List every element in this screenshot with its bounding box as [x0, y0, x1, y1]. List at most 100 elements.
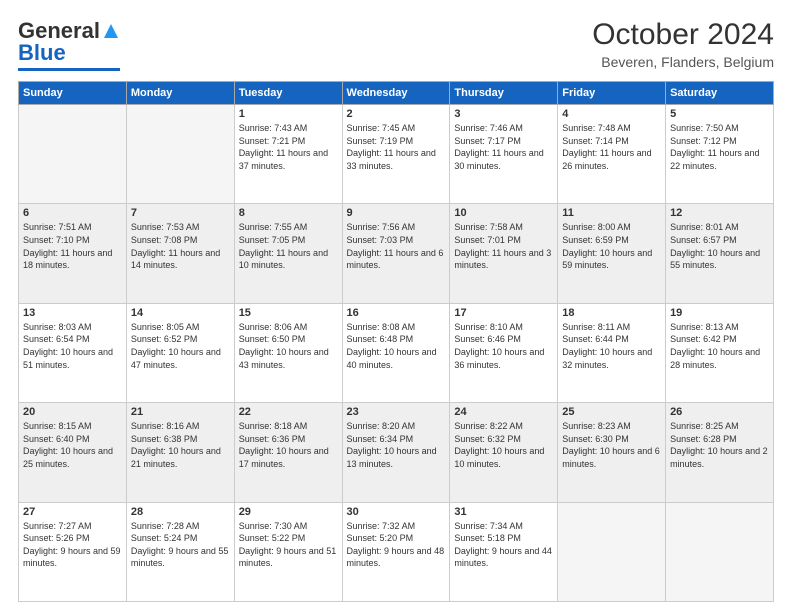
calendar-day-cell: 6 Sunrise: 7:51 AMSunset: 7:10 PMDaylight… — [19, 204, 127, 303]
day-number: 29 — [239, 506, 338, 518]
day-info: Sunrise: 7:32 AMSunset: 5:20 PMDaylight:… — [347, 520, 446, 570]
day-info: Sunrise: 8:03 AMSunset: 6:54 PMDaylight:… — [23, 321, 122, 371]
day-number: 17 — [454, 307, 553, 319]
calendar-page: General Blue October 2024 Beveren, Fland… — [0, 0, 792, 612]
calendar-day-cell: 16 Sunrise: 8:08 AMSunset: 6:48 PMDayligh… — [342, 303, 450, 402]
calendar-week-row: 20 Sunrise: 8:15 AMSunset: 6:40 PMDayligh… — [19, 403, 774, 502]
calendar-day-cell: 9Sunrise: 7:56 AMSunset: 7:03 PMDaylight… — [342, 204, 450, 303]
calendar-header-row: SundayMondayTuesdayWednesdayThursdayFrid… — [19, 82, 774, 105]
calendar-day-cell: 7Sunrise: 7:53 AMSunset: 7:08 PMDaylight… — [126, 204, 234, 303]
day-info: Sunrise: 7:43 AMSunset: 7:21 PMDaylight:… — [239, 122, 338, 172]
day-info: Sunrise: 8:05 AMSunset: 6:52 PMDaylight:… — [131, 321, 230, 371]
day-info: Sunrise: 7:46 AMSunset: 7:17 PMDaylight:… — [454, 122, 553, 172]
calendar-day-cell: 22 Sunrise: 8:18 AMSunset: 6:36 PMDayligh… — [234, 403, 342, 502]
calendar-day-cell: 23 Sunrise: 8:20 AMSunset: 6:34 PMDayligh… — [342, 403, 450, 502]
day-number: 6 — [23, 207, 122, 219]
calendar-day-cell: 5 Sunrise: 7:50 AMSunset: 7:12 PMDaylight… — [666, 105, 774, 204]
day-info: Sunrise: 8:20 AMSunset: 6:34 PMDaylight:… — [347, 420, 446, 470]
calendar-day-cell — [666, 502, 774, 601]
calendar-day-cell: 1 Sunrise: 7:43 AMSunset: 7:21 PMDaylight… — [234, 105, 342, 204]
day-number: 24 — [454, 406, 553, 418]
day-number: 14 — [131, 307, 230, 319]
day-of-week-header: Wednesday — [342, 82, 450, 105]
day-number: 28 — [131, 506, 230, 518]
day-info: Sunrise: 8:00 AMSunset: 6:59 PMDaylight:… — [562, 221, 661, 271]
calendar-day-cell: 29 Sunrise: 7:30 AMSunset: 5:22 PMDayligh… — [234, 502, 342, 601]
calendar-day-cell — [126, 105, 234, 204]
day-info: Sunrise: 8:25 AMSunset: 6:28 PMDaylight:… — [670, 420, 769, 470]
calendar-day-cell: 18Sunrise: 8:11 AMSunset: 6:44 PMDayligh… — [558, 303, 666, 402]
calendar-day-cell: 12Sunrise: 8:01 AMSunset: 6:57 PMDayligh… — [666, 204, 774, 303]
day-info: Sunrise: 8:22 AMSunset: 6:32 PMDaylight:… — [454, 420, 553, 470]
day-number: 7 — [131, 207, 230, 219]
day-info: Sunrise: 7:28 AMSunset: 5:24 PMDaylight:… — [131, 520, 230, 570]
day-info: Sunrise: 8:11 AMSunset: 6:44 PMDaylight:… — [562, 321, 661, 371]
day-number: 26 — [670, 406, 769, 418]
day-number: 27 — [23, 506, 122, 518]
calendar-day-cell: 24 Sunrise: 8:22 AMSunset: 6:32 PMDayligh… — [450, 403, 558, 502]
day-number: 20 — [23, 406, 122, 418]
day-info: Sunrise: 7:51 AMSunset: 7:10 PMDaylight:… — [23, 221, 122, 271]
day-of-week-header: Friday — [558, 82, 666, 105]
day-info: Sunrise: 8:08 AMSunset: 6:48 PMDaylight:… — [347, 321, 446, 371]
day-number: 2 — [347, 108, 446, 120]
day-of-week-header: Thursday — [450, 82, 558, 105]
calendar-day-cell: 28 Sunrise: 7:28 AMSunset: 5:24 PMDayligh… — [126, 502, 234, 601]
day-of-week-header: Tuesday — [234, 82, 342, 105]
day-number: 25 — [562, 406, 661, 418]
calendar-day-cell: 8 Sunrise: 7:55 AMSunset: 7:05 PMDaylight… — [234, 204, 342, 303]
day-info: Sunrise: 8:13 AMSunset: 6:42 PMDaylight:… — [670, 321, 769, 371]
day-of-week-header: Monday — [126, 82, 234, 105]
day-number: 19 — [670, 307, 769, 319]
calendar-day-cell: 2 Sunrise: 7:45 AMSunset: 7:19 PMDaylight… — [342, 105, 450, 204]
day-info: Sunrise: 7:48 AMSunset: 7:14 PMDaylight:… — [562, 122, 661, 172]
month-year: October 2024 — [592, 18, 774, 52]
logo-triangle-icon — [102, 22, 120, 40]
day-info: Sunrise: 8:18 AMSunset: 6:36 PMDaylight:… — [239, 420, 338, 470]
day-number: 8 — [239, 207, 338, 219]
calendar-day-cell: 30Sunrise: 7:32 AMSunset: 5:20 PMDayligh… — [342, 502, 450, 601]
calendar-day-cell: 14 Sunrise: 8:05 AMSunset: 6:52 PMDayligh… — [126, 303, 234, 402]
day-number: 5 — [670, 108, 769, 120]
day-info: Sunrise: 7:55 AMSunset: 7:05 PMDaylight:… — [239, 221, 338, 271]
calendar-day-cell: 3 Sunrise: 7:46 AMSunset: 7:17 PMDaylight… — [450, 105, 558, 204]
day-info: Sunrise: 7:34 AMSunset: 5:18 PMDaylight:… — [454, 520, 553, 570]
logo-underline — [18, 68, 120, 71]
calendar-table: SundayMondayTuesdayWednesdayThursdayFrid… — [18, 81, 774, 602]
day-info: Sunrise: 7:45 AMSunset: 7:19 PMDaylight:… — [347, 122, 446, 172]
day-info: Sunrise: 8:23 AMSunset: 6:30 PMDaylight:… — [562, 420, 661, 470]
logo: General Blue — [18, 18, 120, 71]
day-number: 13 — [23, 307, 122, 319]
calendar-day-cell: 27 Sunrise: 7:27 AMSunset: 5:26 PMDayligh… — [19, 502, 127, 601]
day-number: 11 — [562, 207, 661, 219]
calendar-day-cell: 17 Sunrise: 8:10 AMSunset: 6:46 PMDayligh… — [450, 303, 558, 402]
day-info: Sunrise: 8:06 AMSunset: 6:50 PMDaylight:… — [239, 321, 338, 371]
day-info: Sunrise: 8:10 AMSunset: 6:46 PMDaylight:… — [454, 321, 553, 371]
calendar-day-cell: 26 Sunrise: 8:25 AMSunset: 6:28 PMDayligh… — [666, 403, 774, 502]
day-info: Sunrise: 8:15 AMSunset: 6:40 PMDaylight:… — [23, 420, 122, 470]
day-info: Sunrise: 7:30 AMSunset: 5:22 PMDaylight:… — [239, 520, 338, 570]
calendar-week-row: 13 Sunrise: 8:03 AMSunset: 6:54 PMDayligh… — [19, 303, 774, 402]
day-number: 3 — [454, 108, 553, 120]
calendar-day-cell — [558, 502, 666, 601]
day-number: 15 — [239, 307, 338, 319]
day-number: 23 — [347, 406, 446, 418]
day-number: 22 — [239, 406, 338, 418]
calendar-week-row: 6 Sunrise: 7:51 AMSunset: 7:10 PMDaylight… — [19, 204, 774, 303]
day-info: Sunrise: 7:58 AMSunset: 7:01 PMDaylight:… — [454, 221, 553, 271]
calendar-day-cell: 20 Sunrise: 8:15 AMSunset: 6:40 PMDayligh… — [19, 403, 127, 502]
day-of-week-header: Saturday — [666, 82, 774, 105]
day-number: 10 — [454, 207, 553, 219]
calendar-day-cell: 11 Sunrise: 8:00 AMSunset: 6:59 PMDayligh… — [558, 204, 666, 303]
day-info: Sunrise: 7:50 AMSunset: 7:12 PMDaylight:… — [670, 122, 769, 172]
day-of-week-header: Sunday — [19, 82, 127, 105]
calendar-day-cell: 19 Sunrise: 8:13 AMSunset: 6:42 PMDayligh… — [666, 303, 774, 402]
day-number: 1 — [239, 108, 338, 120]
header-right: October 2024 Beveren, Flanders, Belgium — [592, 18, 774, 70]
day-info: Sunrise: 7:27 AMSunset: 5:26 PMDaylight:… — [23, 520, 122, 570]
calendar-day-cell — [19, 105, 127, 204]
day-info: Sunrise: 8:01 AMSunset: 6:57 PMDaylight:… — [670, 221, 769, 271]
calendar-day-cell: 13 Sunrise: 8:03 AMSunset: 6:54 PMDayligh… — [19, 303, 127, 402]
day-number: 16 — [347, 307, 446, 319]
calendar-day-cell: 15 Sunrise: 8:06 AMSunset: 6:50 PMDayligh… — [234, 303, 342, 402]
